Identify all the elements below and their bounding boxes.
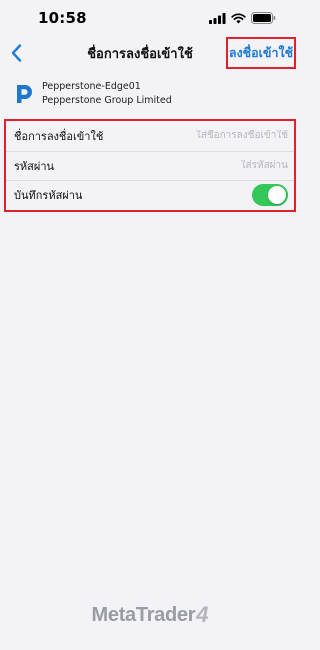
login-label: ชื่อการลงชื่อเข้าใช้ xyxy=(14,129,104,143)
battery-icon xyxy=(251,12,276,24)
signal-icon xyxy=(209,12,226,24)
save-password-toggle[interactable] xyxy=(252,184,288,207)
save-password-row: บันทึกรหัสผ่าน xyxy=(6,180,294,210)
status-icons xyxy=(209,12,276,24)
login-button[interactable]: ลงชื่อเข้าใช้ xyxy=(226,37,296,69)
password-label: รหัสผ่าน xyxy=(14,159,55,173)
save-password-label: บันทึกรหัสผ่าน xyxy=(14,189,83,203)
login-form: ชื่อการลงชื่อเข้าใช้ รหัสผ่าน บันทึกรหัส… xyxy=(4,119,296,212)
server-info[interactable]: Pepperstone-Edge01 Pepperstone Group Lim… xyxy=(0,76,300,112)
status-time: 10:58 xyxy=(38,9,87,27)
brand-version: 4 xyxy=(196,602,209,627)
server-name: Pepperstone-Edge01 xyxy=(42,81,141,92)
chevron-left-icon xyxy=(11,44,21,62)
wifi-icon xyxy=(231,12,246,23)
login-row[interactable]: ชื่อการลงชื่อเข้าใช้ xyxy=(6,121,294,151)
status-bar: 10:58 xyxy=(0,0,300,36)
password-row[interactable]: รหัสผ่าน xyxy=(6,150,294,181)
pepperstone-logo xyxy=(17,85,32,103)
login-input[interactable] xyxy=(138,130,288,142)
brand-name: MetaTrader xyxy=(91,603,196,626)
server-company: Pepperstone Group Limited xyxy=(42,95,172,106)
server-text: Pepperstone-Edge01 Pepperstone Group Lim… xyxy=(42,80,172,108)
back-button[interactable] xyxy=(6,40,26,66)
page-title: ชื่อการลงชื่อเข้าใช้ xyxy=(87,46,193,62)
metatrader-logo: MetaTrader 4 xyxy=(0,600,300,630)
navigation-bar: ชื่อการลงชื่อเข้าใช้ ลงชื่อเข้าใช้ xyxy=(0,36,300,70)
password-input[interactable] xyxy=(138,160,288,172)
toggle-knob xyxy=(268,186,286,205)
